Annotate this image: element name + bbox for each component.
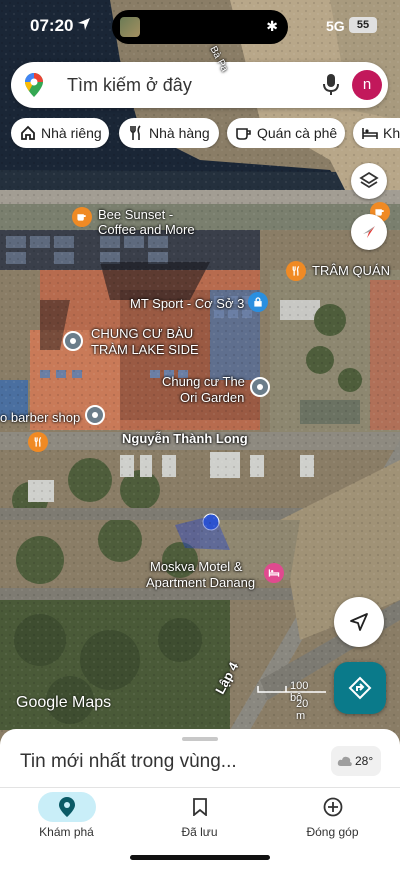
location-arrow-icon bbox=[78, 18, 90, 30]
hotel-icon bbox=[268, 569, 280, 577]
sheet-drag-handle[interactable] bbox=[182, 737, 218, 741]
place-icon bbox=[70, 338, 76, 344]
location-pin-icon bbox=[58, 797, 75, 817]
account-avatar[interactable]: n bbox=[352, 70, 382, 100]
dynamic-island: ✱ bbox=[112, 10, 288, 44]
poi-ori-garden-line2[interactable]: Ori Garden bbox=[180, 391, 244, 405]
chip-restaurants[interactable]: Nhà hàng bbox=[119, 118, 219, 148]
poi-marker-restaurant-left[interactable] bbox=[28, 432, 48, 452]
home-indicator bbox=[130, 855, 270, 860]
tab-indicator bbox=[304, 792, 362, 822]
add-circle-icon bbox=[323, 797, 342, 817]
chip-home[interactable]: Nhà riêng bbox=[11, 118, 109, 148]
directions-button[interactable] bbox=[334, 662, 386, 714]
tab-contribute[interactable]: Đóng góp bbox=[266, 788, 399, 848]
tab-label: Đóng góp bbox=[306, 825, 359, 839]
poi-moskva-line1[interactable]: Moskva Motel & bbox=[150, 560, 242, 574]
weather-chip[interactable]: 28° bbox=[331, 746, 381, 776]
poi-marker-bau-tram[interactable] bbox=[63, 331, 83, 351]
layers-button[interactable] bbox=[351, 163, 387, 199]
tab-indicator bbox=[171, 792, 229, 822]
chip-label: Khá bbox=[383, 125, 400, 141]
poi-bau-tram-line1[interactable]: CHUNG CƯ BÀU bbox=[91, 327, 193, 341]
restaurant-icon bbox=[34, 436, 42, 447]
search-input[interactable]: Tìm kiếm ở đây bbox=[67, 75, 192, 96]
tab-explore[interactable]: Khám phá bbox=[0, 788, 133, 848]
poi-barber[interactable]: o barber shop bbox=[0, 411, 80, 425]
compass-button[interactable] bbox=[351, 214, 387, 250]
sheet-title: Tin mới nhất trong vùng... bbox=[20, 751, 237, 772]
navigation-arrow-icon bbox=[350, 613, 368, 631]
tab-label: Đã lưu bbox=[181, 825, 218, 839]
status-time: 07:20 bbox=[30, 16, 74, 35]
road-nguyen-thanh-long: Nguyễn Thành Long bbox=[122, 431, 248, 446]
bluetooth-icon: ✱ bbox=[266, 18, 278, 34]
microphone-icon[interactable] bbox=[323, 73, 339, 97]
place-icon bbox=[257, 384, 263, 390]
poi-marker-ori-garden[interactable] bbox=[250, 377, 270, 397]
lock-icon bbox=[254, 297, 262, 307]
my-location-button[interactable] bbox=[334, 597, 384, 647]
place-icon bbox=[92, 412, 98, 418]
poi-marker-cafe[interactable] bbox=[72, 207, 92, 227]
poi-marker-hotel[interactable] bbox=[264, 563, 284, 583]
media-thumbnail bbox=[120, 17, 140, 37]
poi-tram-quan[interactable]: TRÂM QUÁN bbox=[312, 264, 390, 278]
weather-temp: 28° bbox=[355, 754, 374, 768]
home-icon bbox=[21, 125, 35, 140]
layers-icon bbox=[359, 171, 379, 189]
network-type: 5G bbox=[326, 18, 345, 34]
poi-bee-sunset-line2[interactable]: Coffee and More bbox=[98, 223, 195, 237]
restaurant-icon bbox=[130, 125, 141, 140]
google-maps-pin-icon bbox=[25, 73, 43, 97]
poi-marker-barber[interactable] bbox=[85, 405, 105, 425]
chip-hotels[interactable]: Khá bbox=[353, 118, 400, 148]
poi-ori-garden-line1[interactable]: Chung cư The bbox=[162, 375, 245, 389]
poi-marker-restaurant[interactable] bbox=[286, 261, 306, 281]
compass-icon bbox=[363, 226, 375, 238]
poi-marker-sport[interactable] bbox=[248, 292, 268, 312]
cloud-icon bbox=[337, 756, 352, 766]
tab-label: Khám phá bbox=[39, 825, 94, 839]
poi-moskva-line2[interactable]: Apartment Danang bbox=[146, 576, 255, 590]
scale-metric: 20 m bbox=[296, 698, 309, 722]
tab-saved[interactable]: Đã lưu bbox=[133, 788, 266, 848]
chip-label: Quán cà phê bbox=[257, 125, 338, 141]
poi-bau-tram-line2[interactable]: TRÀM LAKE SIDE bbox=[91, 343, 199, 357]
poi-mt-sport[interactable]: MT Sport - Cơ Sở 3 bbox=[130, 297, 244, 311]
chip-label: Nhà hàng bbox=[149, 125, 210, 141]
category-chips: Nhà riêng Nhà hàng Quán cà phê Khá bbox=[11, 118, 400, 148]
chip-label: Nhà riêng bbox=[41, 125, 102, 141]
hotel-icon bbox=[362, 128, 378, 139]
poi-bee-sunset-line1[interactable]: Bee Sunset - bbox=[98, 208, 173, 222]
search-bar[interactable]: Tìm kiếm ở đây n bbox=[11, 62, 388, 108]
cafe-icon bbox=[77, 214, 86, 221]
status-bar: 07:20 ✱ 5G 55 bbox=[0, 0, 400, 52]
cafe-icon bbox=[236, 128, 251, 140]
directions-icon bbox=[348, 676, 372, 700]
tab-indicator bbox=[37, 792, 96, 822]
bottom-sheet[interactable]: Tin mới nhất trong vùng... 28° bbox=[0, 729, 400, 787]
chip-cafes[interactable]: Quán cà phê bbox=[227, 118, 345, 148]
battery-indicator: 55 bbox=[349, 17, 377, 33]
bookmark-icon bbox=[192, 798, 207, 816]
google-maps-logo: Google Maps bbox=[16, 694, 112, 711]
restaurant-icon bbox=[292, 265, 300, 276]
